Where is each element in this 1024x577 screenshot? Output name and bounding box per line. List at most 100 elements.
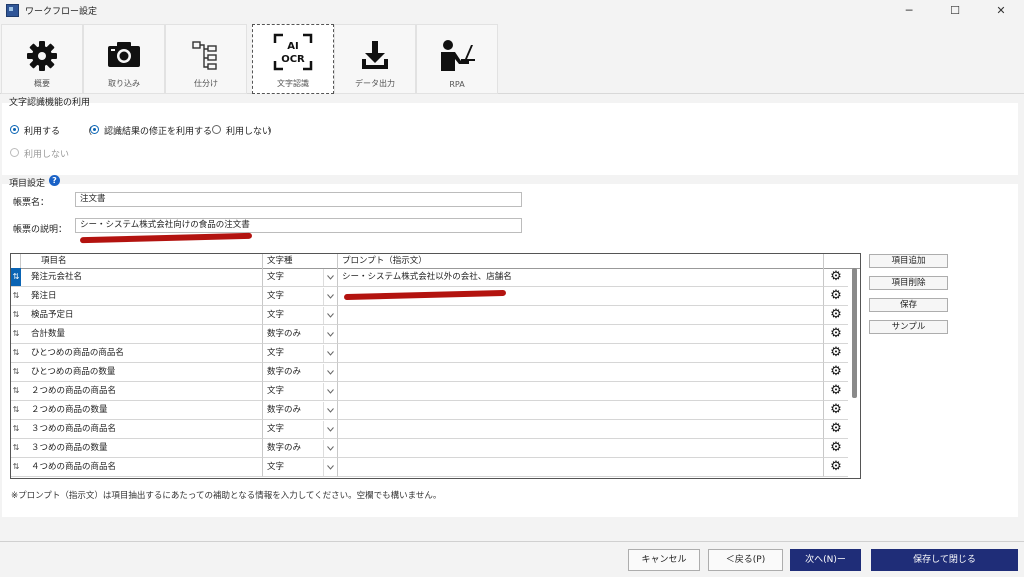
download-icon (362, 41, 388, 69)
maximize-button[interactable]: ☐ (932, 0, 978, 20)
prompt-cell[interactable] (338, 382, 824, 401)
prompt-cell[interactable]: シー・システム株式会社以外の会社、店舗名 (338, 268, 824, 287)
chevron-down-icon[interactable] (323, 383, 336, 400)
not-use-ocr-label: 利用しない (24, 150, 70, 160)
item-name-cell[interactable]: ４つめの商品の商品名 (21, 458, 263, 477)
gear-icon[interactable]: ⚙ (824, 401, 848, 419)
title-bar: ワークフロー設定 ─ ☐ ✕ (0, 0, 1024, 20)
prompt-note: ※プロンプト（指示文）は項目抽出するにあたっての補助となる情報を入力してください… (11, 491, 442, 501)
form-name-label: 帳票名： (13, 198, 50, 208)
paren-close: ） (268, 127, 278, 137)
tab-data-output[interactable]: データ出力 (334, 24, 416, 94)
ai-ocr-icon: AI OCR (273, 33, 313, 71)
svg-text:OCR: OCR (281, 54, 305, 65)
chevron-down-icon[interactable] (323, 288, 336, 305)
tab-import[interactable]: 取り込み (83, 24, 165, 94)
chevron-down-icon[interactable] (323, 421, 336, 438)
help-icon[interactable]: ? (49, 175, 60, 186)
row-sort-handle[interactable]: ⇅ (11, 325, 21, 344)
gear-icon[interactable]: ⚙ (824, 268, 848, 286)
item-name-cell[interactable]: 発注日 (21, 287, 263, 306)
gear-icon[interactable]: ⚙ (824, 382, 848, 400)
chevron-down-icon[interactable] (323, 345, 336, 362)
row-sort-handle[interactable]: ⇅ (11, 363, 21, 382)
prompt-cell[interactable] (338, 439, 824, 458)
close-button[interactable]: ✕ (978, 0, 1024, 20)
prompt-cell[interactable] (338, 306, 824, 325)
chevron-down-icon[interactable] (323, 326, 336, 343)
row-sort-handle[interactable]: ⇅ (11, 420, 21, 439)
rpa-icon (441, 40, 475, 71)
next-button[interactable]: 次へ(N)ー (790, 549, 861, 571)
form-desc-input[interactable]: シー・システム株式会社向けの食品の注文書 (75, 218, 522, 233)
item-name-cell[interactable]: ２つめの商品の数量 (21, 401, 263, 420)
prompt-cell[interactable] (338, 420, 824, 439)
prompt-cell[interactable] (338, 458, 824, 477)
chevron-down-icon[interactable] (323, 402, 336, 419)
row-sort-handle[interactable]: ⇅ (11, 306, 21, 325)
window-title: ワークフロー設定 (25, 6, 98, 17)
use-correction-radio[interactable] (90, 125, 99, 134)
tab-sort[interactable]: 仕分け (165, 24, 247, 94)
tab-label: 概要 (34, 79, 50, 88)
prompt-cell[interactable] (338, 363, 824, 382)
not-use-ocr-radio[interactable] (10, 148, 19, 157)
chevron-down-icon[interactable] (323, 440, 336, 457)
item-table: 項目名 文字種 プロンプト（指示文） ⇅ 発注元会社名 文字 シー・システム株式会社以… (10, 253, 861, 479)
item-name-cell[interactable]: ２つめの商品の商品名 (21, 382, 263, 401)
save-and-close-button[interactable]: 保存して閉じる (871, 549, 1018, 571)
chevron-down-icon[interactable] (323, 307, 336, 324)
cancel-button[interactable]: キャンセル (628, 549, 700, 571)
tab-label: RPA (449, 80, 465, 89)
use-ocr-radio[interactable] (10, 125, 19, 134)
item-name-cell[interactable]: 合計数量 (21, 325, 263, 344)
row-sort-handle[interactable]: ⇅ (11, 382, 21, 401)
no-correction-radio[interactable] (212, 125, 221, 134)
minimize-button[interactable]: ─ (886, 0, 932, 20)
table-header: 項目名 文字種 プロンプト（指示文） (11, 254, 860, 269)
header-prompt: プロンプト（指示文） (338, 254, 824, 268)
sample-button[interactable]: サンプル (869, 320, 948, 334)
item-name-cell[interactable]: ひとつめの商品の数量 (21, 363, 263, 382)
chevron-down-icon[interactable] (323, 364, 336, 381)
row-sort-handle[interactable]: ⇅ (11, 458, 21, 477)
row-sort-handle[interactable]: ⇅ (11, 287, 21, 306)
gear-icon[interactable]: ⚙ (824, 458, 848, 476)
tab-ocr[interactable]: AI OCR 文字認識 (252, 24, 334, 94)
use-correction-label: 認識結果の修正を利用する (104, 127, 213, 137)
form-name-input[interactable]: 注文書 (75, 192, 522, 207)
prompt-cell[interactable] (338, 344, 824, 363)
ribbon: 概要 取り込み 仕分け AI OCR 文字認識 データ出力 RPA (0, 21, 1024, 94)
header-item-name: 項目名 (21, 254, 263, 268)
item-name-cell[interactable]: ひとつめの商品の商品名 (21, 344, 263, 363)
row-sort-handle[interactable]: ⇅ (11, 439, 21, 458)
gear-icon[interactable]: ⚙ (824, 306, 848, 324)
item-name-cell[interactable]: 発注元会社名 (21, 268, 263, 287)
ocr-usage-panel (2, 103, 1018, 175)
prompt-cell[interactable] (338, 325, 824, 344)
chevron-down-icon[interactable] (323, 269, 336, 286)
gear-icon[interactable]: ⚙ (824, 439, 848, 457)
gear-icon[interactable]: ⚙ (824, 287, 848, 305)
prompt-cell[interactable] (338, 401, 824, 420)
item-name-cell[interactable]: ３つめの商品の数量 (21, 439, 263, 458)
gear-icon[interactable]: ⚙ (824, 363, 848, 381)
delete-item-button[interactable]: 項目削除 (869, 276, 948, 290)
gear-icon[interactable]: ⚙ (824, 325, 848, 343)
item-name-cell[interactable]: 検品予定日 (21, 306, 263, 325)
row-sort-handle[interactable]: ⇅ (11, 401, 21, 420)
save-button[interactable]: 保存 (869, 298, 948, 312)
gear-icon[interactable]: ⚙ (824, 344, 848, 362)
tab-overview[interactable]: 概要 (1, 24, 83, 94)
tab-rpa[interactable]: RPA (416, 24, 498, 94)
item-name-cell[interactable]: ３つめの商品の商品名 (21, 420, 263, 439)
back-button[interactable]: ＜戻る(P) (708, 549, 783, 571)
table-scrollbar[interactable] (852, 268, 857, 398)
gear-icon[interactable]: ⚙ (824, 420, 848, 438)
add-item-button[interactable]: 項目追加 (869, 254, 948, 268)
row-sort-handle[interactable]: ⇅ (11, 344, 21, 363)
chevron-down-icon[interactable] (323, 459, 336, 476)
row-sort-handle[interactable]: ⇅ (11, 268, 21, 287)
camera-icon (108, 42, 140, 67)
app-icon (6, 3, 19, 17)
